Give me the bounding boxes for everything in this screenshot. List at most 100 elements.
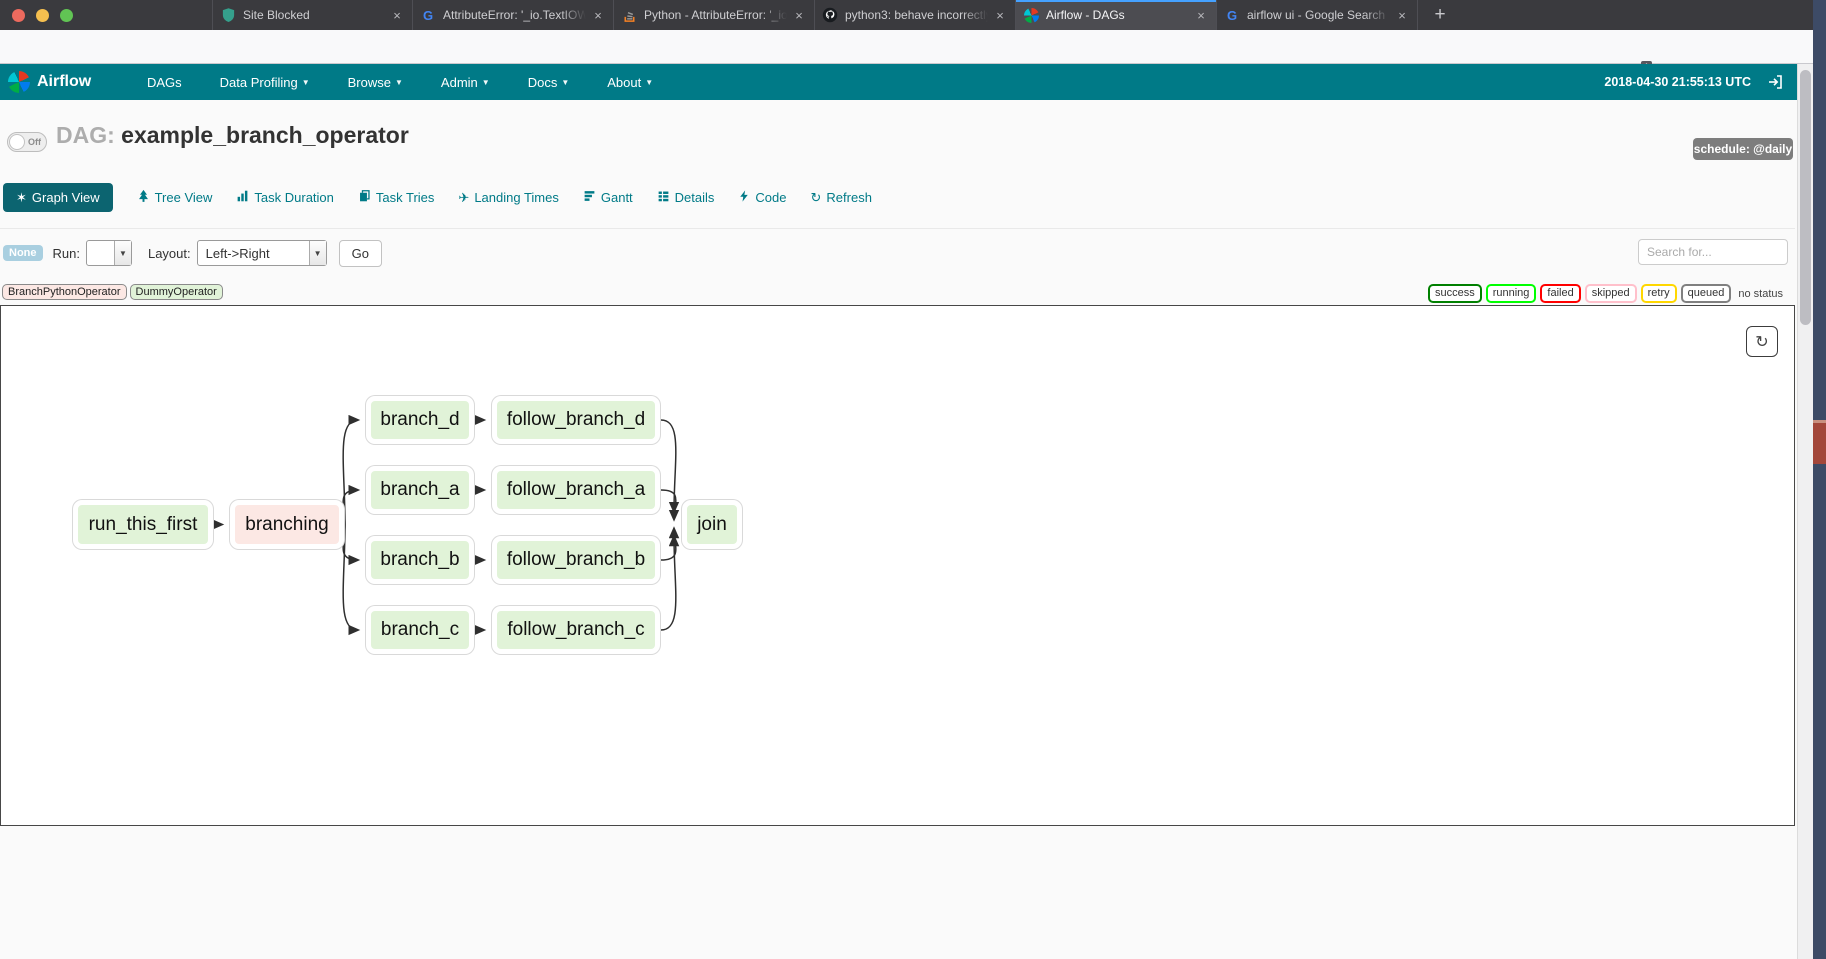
window-minimize-button[interactable] <box>36 9 49 22</box>
graph-refresh-button[interactable]: ↻ <box>1746 326 1778 357</box>
dag-node-branch_d[interactable]: branch_d <box>366 396 474 444</box>
nav-item-label: Docs <box>528 75 558 90</box>
shield-icon <box>220 7 236 23</box>
run-label: Run: <box>53 246 80 261</box>
state-legend-queued: queued <box>1681 284 1732 303</box>
scrollbar-thumb[interactable] <box>1800 70 1811 325</box>
airflow-brand[interactable]: Airflow <box>8 71 91 93</box>
view-tab-gantt[interactable]: Gantt <box>583 189 633 206</box>
go-button[interactable]: Go <box>339 240 382 267</box>
browser-tab-4[interactable]: python3: behave incorrectly mo × <box>815 0 1016 30</box>
background-window-strip <box>1813 0 1826 959</box>
view-tab-task-tries[interactable]: Task Tries <box>358 189 435 206</box>
view-tab-landing-times[interactable]: ✈Landing Times <box>458 190 558 205</box>
tab-strip: Site Blocked×GAttributeError: '_io.TextI… <box>212 0 1418 30</box>
close-icon[interactable]: × <box>992 8 1008 23</box>
github-icon <box>822 7 838 23</box>
tab-title: Airflow - DAGs <box>1046 8 1189 22</box>
nav-item-data-profiling[interactable]: Data Profiling▼ <box>220 75 310 90</box>
view-tab-task-duration[interactable]: Task Duration <box>236 189 333 206</box>
browser-tab-6[interactable]: Gairflow ui - Google Search × <box>1217 0 1418 30</box>
state-legend-retry: retry <box>1641 284 1677 303</box>
tab-title: Site Blocked <box>243 8 385 22</box>
dag-title-prefix: DAG: <box>56 122 115 148</box>
dag-edge-follow_branch_c-to-join <box>661 537 676 631</box>
tab-title: Python - AttributeError: '_io.Te <box>644 8 787 22</box>
nav-item-label: Admin <box>441 75 478 90</box>
window-zoom-button[interactable] <box>60 9 73 22</box>
dag-node-follow_branch_b[interactable]: follow_branch_b <box>492 536 660 584</box>
tab-title: airflow ui - Google Search <box>1247 8 1390 22</box>
run-select-value <box>87 241 103 265</box>
close-icon[interactable]: × <box>389 8 405 23</box>
run-controls: None Run: ▼ Layout: Left->Right ▼ Go <box>3 239 382 267</box>
dag-node-branch_c[interactable]: branch_c <box>366 606 474 654</box>
tree-icon <box>137 189 150 206</box>
browser-tab-2[interactable]: GAttributeError: '_io.TextIOWrapp× <box>413 0 614 30</box>
code-icon <box>738 189 750 206</box>
nav-item-browse[interactable]: Browse▼ <box>348 75 403 90</box>
airflow-navbar: Airflow DAGs Data Profiling▼ Browse▼ Admin ▼… <box>0 64 1797 100</box>
utc-clock: 2018-04-30 21:55:13 UTC <box>1604 75 1751 89</box>
run-select[interactable]: ▼ <box>86 240 132 266</box>
screen: Site Blocked×GAttributeError: '_io.TextI… <box>0 0 1826 959</box>
view-tab-details[interactable]: Details <box>657 189 715 206</box>
nav-item-docs[interactable]: Docs▼ <box>528 75 570 90</box>
dag-pause-toggle[interactable]: Off <box>7 132 47 152</box>
chevron-down-icon: ▼ <box>561 78 569 87</box>
airflow-brand-name: Airflow <box>37 73 91 91</box>
window-close-button[interactable] <box>12 9 25 22</box>
nav-item-admin[interactable]: Admin ▼ <box>441 75 490 90</box>
operator-legend: BranchPythonOperatorDummyOperator <box>2 284 223 300</box>
browser-tab-1[interactable]: Site Blocked × <box>212 0 413 30</box>
view-tab-tree-view[interactable]: Tree View <box>137 189 213 206</box>
view-tab-label: Tree View <box>155 190 213 205</box>
layout-select[interactable]: Left->Right ▼ <box>197 240 327 266</box>
dag-node-branching[interactable]: branching <box>230 500 344 549</box>
dag-node-branch_b[interactable]: branch_b <box>366 536 474 584</box>
task-search-input[interactable] <box>1638 239 1788 265</box>
tab-title: python3: behave incorrectly mo <box>845 8 988 22</box>
airflow-icon <box>1023 7 1039 23</box>
dag-node-branch_a[interactable]: branch_a <box>366 466 474 514</box>
toggle-knob <box>9 134 25 150</box>
dag-node-follow_branch_a[interactable]: follow_branch_a <box>492 466 660 514</box>
state-legend-running: running <box>1486 284 1537 303</box>
schedule-badge: schedule: @daily <box>1693 138 1793 160</box>
close-icon[interactable]: × <box>791 8 807 23</box>
close-icon[interactable]: × <box>1193 8 1209 23</box>
dag-node-follow_branch_c[interactable]: follow_branch_c <box>492 606 660 654</box>
view-tab-refresh[interactable]: ↻Refresh <box>811 190 872 205</box>
state-legend-success: success <box>1428 284 1482 303</box>
chevron-down-icon: ▼ <box>395 78 403 87</box>
dag-node-join[interactable]: join <box>682 500 742 549</box>
page-title: DAG: example_branch_operator <box>56 122 409 149</box>
dag-node-follow_branch_d[interactable]: follow_branch_d <box>492 396 660 444</box>
new-tab-button[interactable]: + <box>1424 0 1456 30</box>
chevron-down-icon: ▼ <box>482 78 490 87</box>
google-icon: G <box>1224 7 1240 23</box>
view-tab-graph-view[interactable]: ✶Graph View <box>3 183 113 212</box>
close-icon[interactable]: × <box>1394 8 1410 23</box>
dag-node-run_this_first[interactable]: run_this_first <box>73 500 213 549</box>
nav-item-about[interactable]: About▼ <box>607 75 653 90</box>
run-state-badge: None <box>3 245 43 261</box>
layout-select-value: Left->Right <box>198 241 278 265</box>
dag-edge-branching-to-branch_c <box>343 525 358 631</box>
logout-icon[interactable] <box>1767 74 1783 90</box>
chevron-down-icon: ▼ <box>645 78 653 87</box>
state-legend-no-status: no status <box>1738 288 1783 300</box>
browser-toolbar: ← → ↻ ⌂ i localhost:8080/admin/airflow/g… <box>0 30 1826 64</box>
view-tab-label: Landing Times <box>474 190 559 205</box>
browser-tab-bar: Site Blocked×GAttributeError: '_io.TextI… <box>0 0 1826 30</box>
details-icon <box>657 189 670 206</box>
nav-item-dags[interactable]: DAGs <box>147 75 182 90</box>
view-tab-label: Details <box>675 190 715 205</box>
graph-icon: ✶ <box>16 190 27 205</box>
browser-tab-5[interactable]: Airflow - DAGs × <box>1016 0 1217 30</box>
close-icon[interactable]: × <box>590 8 606 23</box>
divider <box>0 228 1795 229</box>
view-tab-code[interactable]: Code <box>738 189 786 206</box>
page-scrollbar <box>1797 64 1813 959</box>
browser-tab-3[interactable]: Python - AttributeError: '_io.Te × <box>614 0 815 30</box>
